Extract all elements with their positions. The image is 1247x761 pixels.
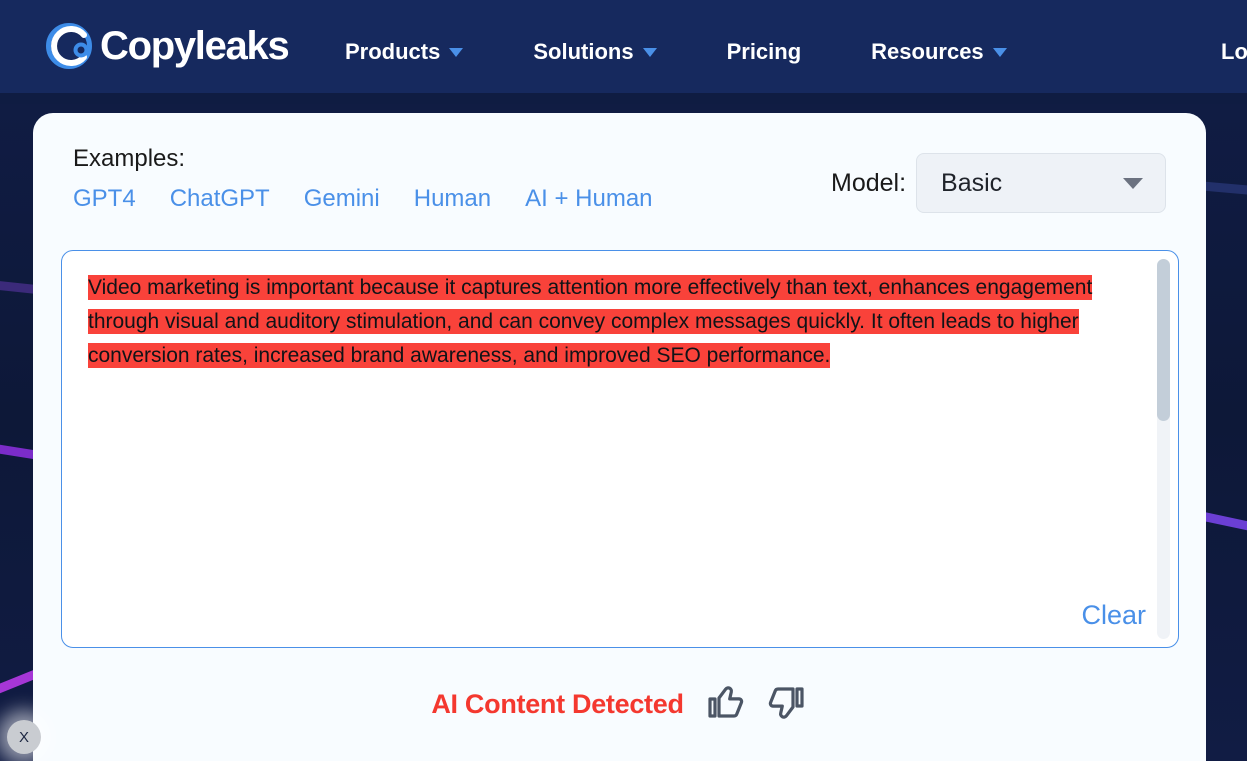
ai-detector-card: Examples: GPT4 ChatGPT Gemini Human AI +… — [33, 113, 1206, 761]
ai-highlighted-text: Video marketing is important because it … — [88, 275, 1093, 368]
close-icon[interactable]: X — [7, 720, 41, 754]
copyleaks-logo[interactable]: Copyleaks — [44, 20, 290, 72]
editor-scrollbar-thumb[interactable] — [1157, 259, 1170, 421]
example-link-gpt4[interactable]: GPT4 — [73, 185, 136, 213]
chevron-down-icon — [992, 47, 1007, 57]
examples-links: GPT4 ChatGPT Gemini Human AI + Human — [73, 185, 653, 213]
example-link-gemini[interactable]: Gemini — [304, 185, 380, 213]
thumbs-up-icon[interactable] — [706, 685, 746, 724]
nav-item-products[interactable]: Products — [345, 39, 464, 65]
nav-links: Products Solutions Pricing Resources — [345, 0, 1007, 104]
nav-item-label: Pricing — [726, 39, 802, 64]
text-input-area[interactable]: Video marketing is important because it … — [61, 250, 1179, 648]
nav-item-pricing[interactable]: Pricing — [727, 39, 802, 65]
chevron-down-icon — [449, 47, 464, 57]
top-navigation-bar: Copyleaks Products Solutions Pricing Res… — [0, 0, 1247, 104]
example-link-ai-human[interactable]: AI + Human — [525, 185, 652, 213]
nav-item-label: Solutions — [533, 39, 634, 64]
examples-block: Examples: GPT4 ChatGPT Gemini Human AI +… — [73, 145, 653, 213]
nav-item-resources[interactable]: Resources — [871, 39, 1007, 65]
nav-item-solutions[interactable]: Solutions — [533, 39, 657, 65]
model-select[interactable]: Basic — [916, 153, 1167, 213]
model-selector-block: Model: Basic — [831, 153, 1167, 213]
close-button-label: X — [18, 728, 29, 746]
model-label: Model: — [831, 168, 907, 197]
chevron-down-icon — [1123, 177, 1144, 189]
detection-result-label: AI Content Detected — [431, 689, 684, 719]
editor-scrollbar[interactable] — [1157, 259, 1170, 639]
nav-item-login[interactable]: Login — [1221, 0, 1247, 104]
detected-text-content: Video marketing is important because it … — [88, 271, 1130, 373]
detection-result-row: AI Content Detected — [33, 685, 1206, 724]
nav-login-label: Login — [1221, 39, 1247, 64]
example-link-human[interactable]: Human — [414, 185, 491, 213]
thumbs-down-icon[interactable] — [768, 685, 808, 724]
example-link-chatgpt[interactable]: ChatGPT — [170, 185, 270, 213]
nav-item-label: Resources — [871, 39, 984, 64]
copyleaks-logo-icon — [44, 20, 96, 72]
model-selected-value: Basic — [941, 168, 1003, 197]
chevron-down-icon — [642, 47, 657, 57]
examples-label: Examples: — [73, 145, 186, 172]
logo-wordmark: Copyleaks — [100, 24, 290, 68]
nav-item-label: Products — [345, 39, 441, 64]
clear-button[interactable]: Clear — [1081, 600, 1146, 631]
